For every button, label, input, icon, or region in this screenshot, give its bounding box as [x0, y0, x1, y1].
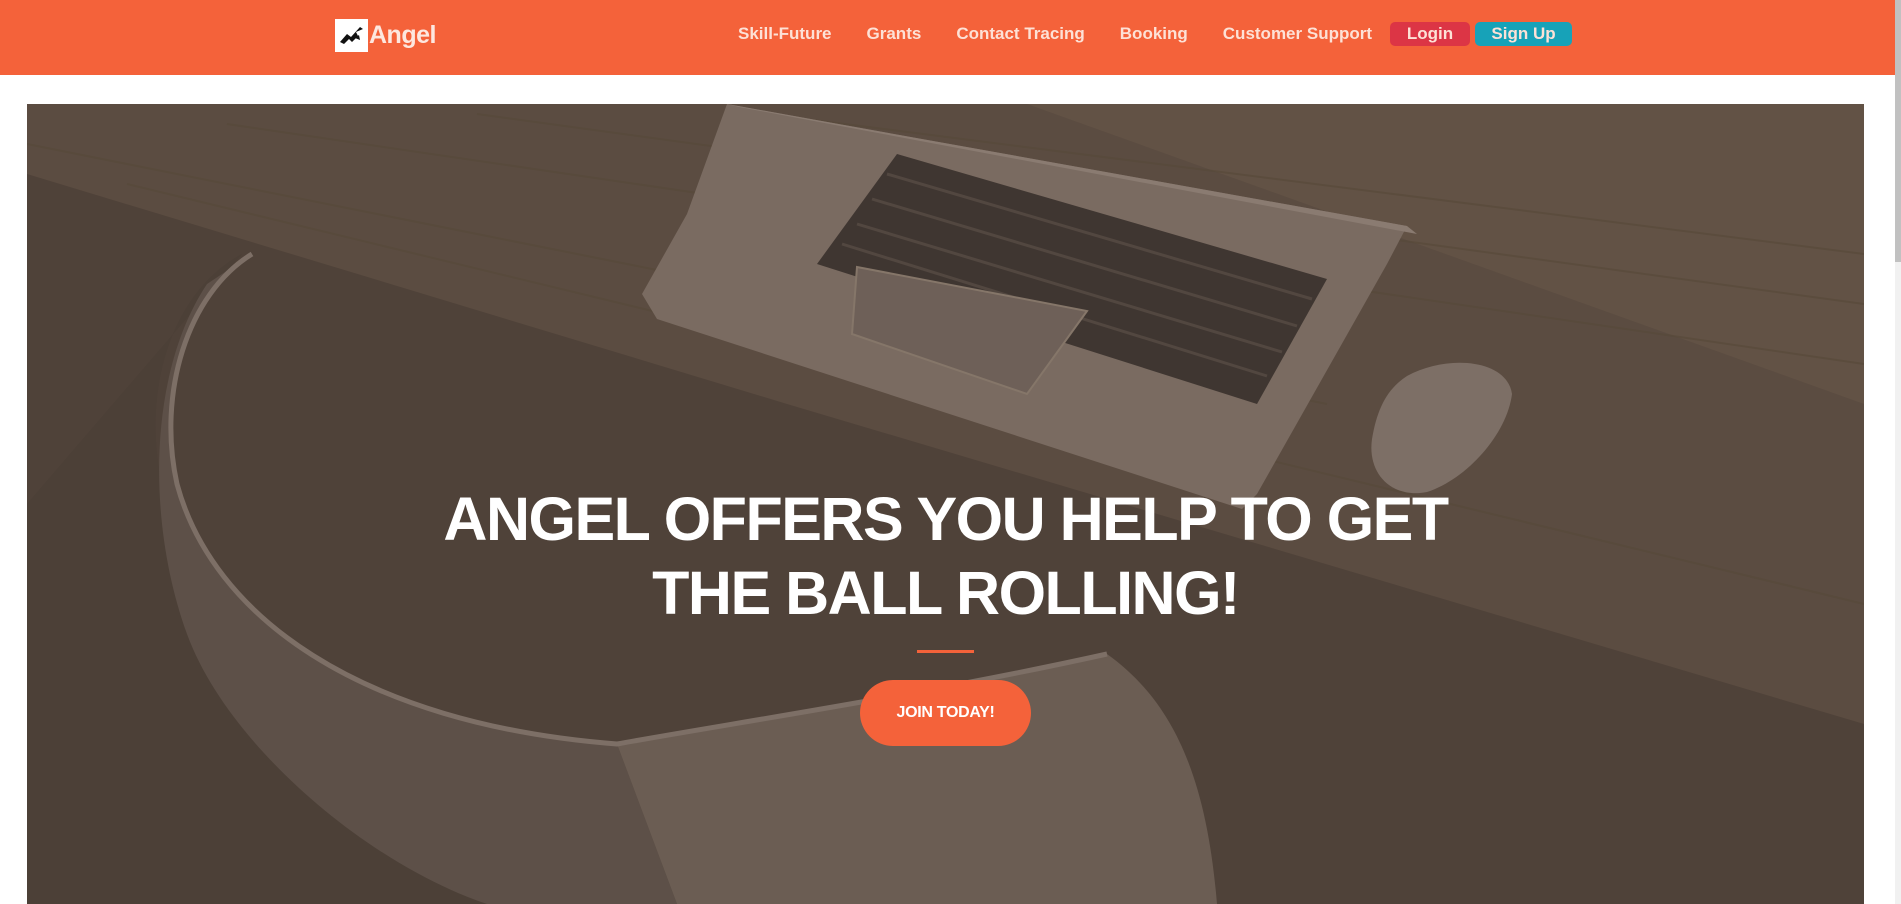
brand-link[interactable]: Angel [335, 18, 436, 52]
brand-name: Angel [369, 20, 436, 49]
hero-heading: ANGEL OFFERS YOU HELP TO GET THE BALL RO… [27, 482, 1864, 630]
login-button[interactable]: Login [1390, 22, 1471, 46]
nav-link-grants[interactable]: Grants [867, 24, 922, 44]
angel-logo-icon [335, 18, 368, 52]
hero-heading-line-1: ANGEL OFFERS YOU HELP TO GET [443, 485, 1449, 553]
top-navbar: Angel Skill-Future Grants Contact Tracin… [0, 0, 1901, 75]
nav-link-contact-tracing[interactable]: Contact Tracing [956, 24, 1084, 44]
hero-section: ANGEL OFFERS YOU HELP TO GET THE BALL RO… [27, 104, 1864, 904]
nav-link-skill-future[interactable]: Skill-Future [738, 24, 832, 44]
join-today-button[interactable]: JOIN TODAY! [860, 680, 1031, 746]
page-scrollbar[interactable] [1895, 0, 1901, 904]
hero-divider [917, 650, 974, 653]
scrollbar-thumb[interactable] [1895, 0, 1901, 262]
signup-button[interactable]: Sign Up [1475, 22, 1573, 46]
nav-links: Skill-Future Grants Contact Tracing Book… [738, 20, 1573, 48]
nav-link-customer-support[interactable]: Customer Support [1223, 24, 1372, 44]
nav-link-booking[interactable]: Booking [1120, 24, 1188, 44]
hero-heading-line-2: THE BALL ROLLING! [652, 559, 1240, 627]
